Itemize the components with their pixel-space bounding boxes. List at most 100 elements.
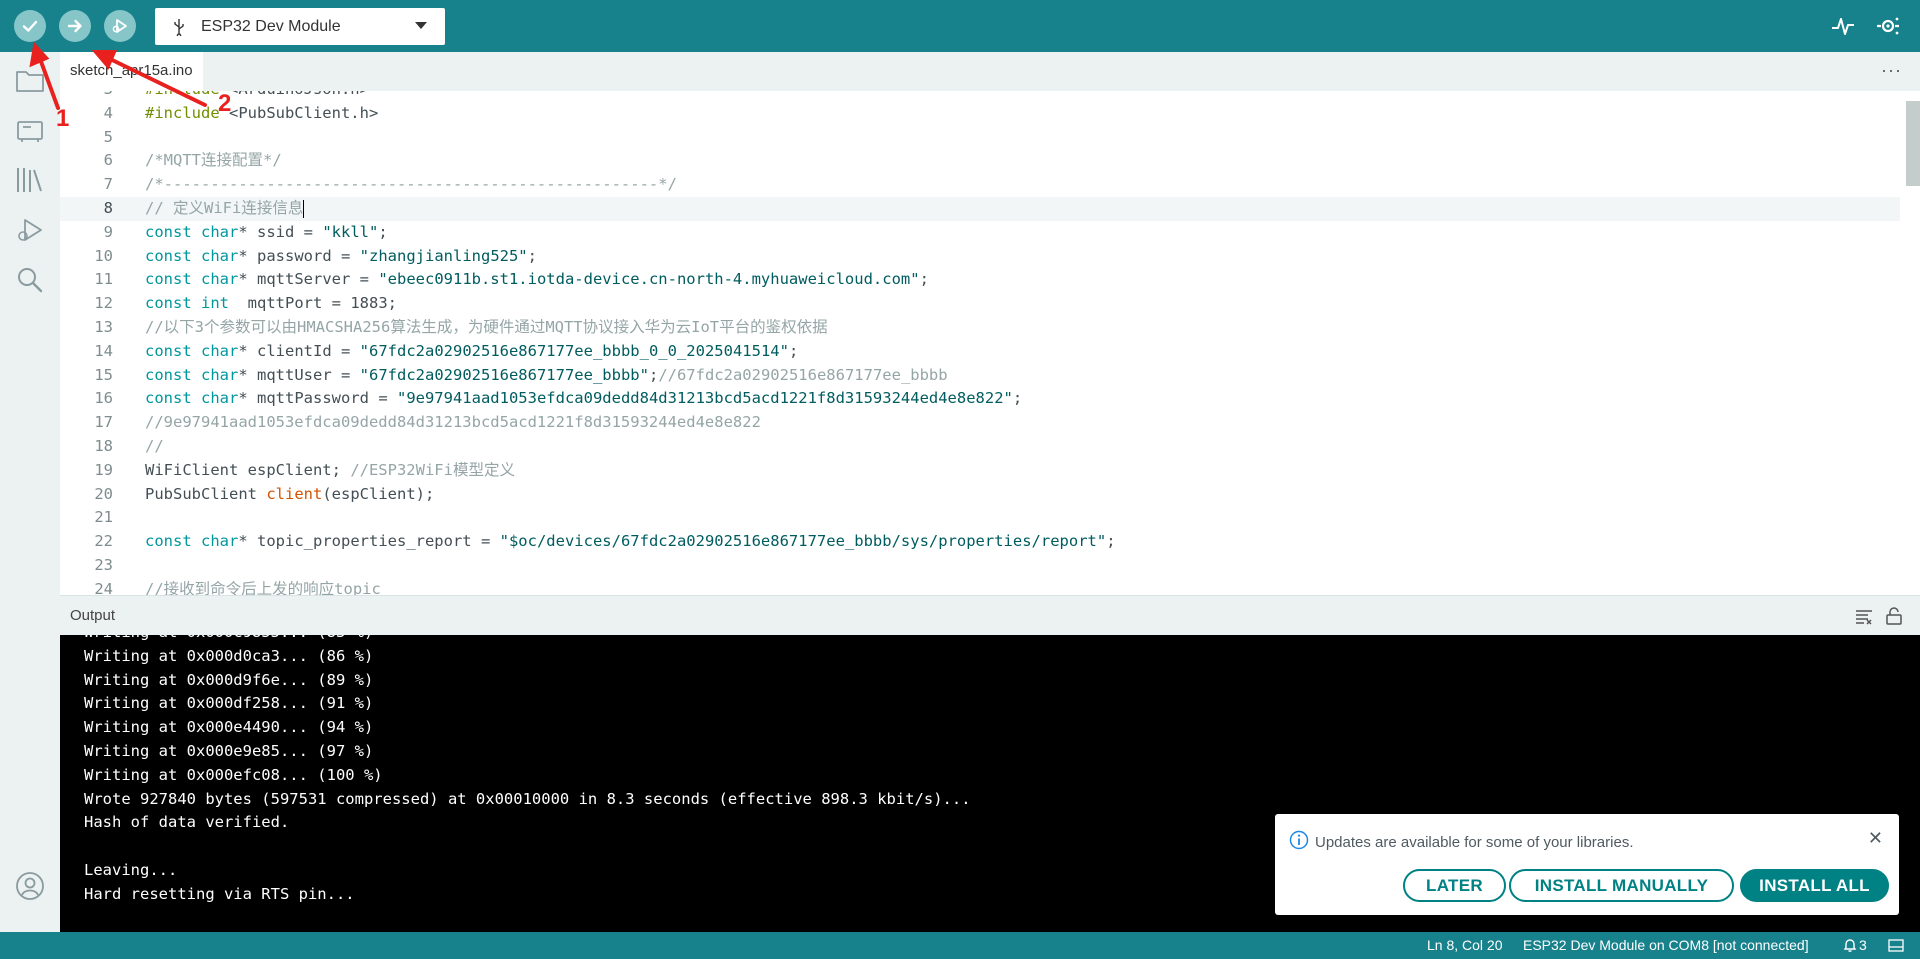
debug-button[interactable] [104,10,136,42]
code-line[interactable]: 22 const char* topic_properties_report = … [60,530,1900,554]
output-line: Writing at 0x000c9855... (83 %) [84,635,373,645]
account-icon [16,872,44,900]
arrow-right-icon [67,19,82,33]
serial-monitor-icon [1877,17,1899,35]
code-line[interactable]: 3 #include <ArduinoJson.h> [60,91,1900,102]
code-text: WiFiClient espClient; //ESP32WiFi模型定义 [145,460,515,479]
output-line: Wrote 927840 bytes (597531 compressed) a… [84,789,971,808]
later-button[interactable]: LATER [1403,869,1506,902]
code-line[interactable]: 14 const char* clientId = "67fdc2a0290251… [60,340,1900,364]
output-title: Output [70,607,116,624]
library-manager-button[interactable] [14,164,46,196]
code-text: #include <ArduinoJson.h> [145,91,369,102]
code-text: //以下3个参数可以由HMACSHA256算法生成，为硬件通过MQTT协议接入华… [145,318,828,336]
code-text: const char* mqttServer = "ebeec0911b.st1… [145,270,929,289]
clear-output-icon[interactable] [1854,606,1874,626]
line-number: 23 [94,556,113,574]
output-line: Hard resetting via RTS pin... [84,884,355,903]
code-line[interactable]: 5 [60,126,1900,150]
code-text: /*MQTT连接配置*/ [145,151,282,170]
code-text: //9e97941aad1053efdca09dedd84d31213bcd5a… [145,413,761,432]
panel-toggle-icon[interactable] [1888,939,1904,952]
code-line[interactable]: 17 //9e97941aad1053efdca09dedd84d31213bcd… [60,411,1900,435]
code-text: PubSubClient client(espClient); [145,484,435,503]
folder-icon [16,71,44,92]
code-line[interactable]: 24 //接收到命令后上发的响应topic [60,578,1900,595]
code-line[interactable]: 4 #include <PubSubClient.h> [60,102,1900,126]
line-number: 17 [94,413,113,432]
code-text: /*--------------------------------------… [145,175,677,194]
code-line[interactable]: 13 //以下3个参数可以由HMACSHA256算法生成，为硬件通过MQTT协议接… [60,316,1900,340]
more-options-button[interactable]: ··· [1881,60,1902,81]
annotation-label-1: 1 [56,105,70,132]
line-number: 20 [94,484,113,503]
code-line[interactable]: 16 const char* mqttPassword = "9e97941aad… [60,387,1900,411]
line-number: 15 [94,365,113,384]
serial-monitor-button[interactable] [1875,13,1901,39]
search-icon [18,268,43,293]
board-port-status[interactable]: ESP32 Dev Module on COM8 [not connected] [1523,937,1809,953]
tab-sketch[interactable]: sketch_apr15a.ino [60,52,203,91]
editor-scrollbar[interactable] [1906,101,1920,186]
output-line: Writing at 0x000e9e85... (97 %) [84,742,374,760]
bell-icon[interactable] [1843,938,1857,953]
output-line: Writing at 0x000d9f6e... (89 %) [84,670,374,689]
line-number: 24 [94,579,113,595]
code-line[interactable]: 18 // [60,435,1900,459]
verify-button[interactable] [14,10,46,42]
upload-button[interactable] [59,10,91,42]
debug-panel-button[interactable] [14,214,46,246]
output-header: Output [60,595,1920,635]
install-all-button[interactable]: INSTALL ALL [1740,869,1889,902]
unlock-icon[interactable] [1884,606,1904,626]
debug-icon [112,19,127,33]
boards-manager-button[interactable] [14,114,46,146]
line-number: 6 [103,151,113,170]
serial-plotter-button[interactable] [1830,13,1856,39]
search-button[interactable] [14,264,46,296]
tab-bar: sketch_apr15a.ino ··· [60,52,1920,91]
output-line: Hash of data verified. [84,813,290,832]
account-button[interactable] [14,870,46,902]
sketchbook-button[interactable] [14,64,46,96]
code-line[interactable]: 20 PubSubClient client(espClient); [60,483,1900,507]
line-number: 9 [103,222,113,241]
code-line[interactable]: 10 const char* password = "zhangjianling5… [60,245,1900,269]
code-text: // 定义WiFi连接信息 [145,199,305,218]
board-icon [17,121,43,142]
code-line[interactable]: 19 WiFiClient espClient; //ESP32WiFi模型定义 [60,459,1900,483]
close-icon[interactable]: ✕ [1868,828,1883,849]
install-manually-button[interactable]: INSTALL MANUALLY [1509,869,1734,902]
code-line[interactable]: 9 const char* ssid = "kkll"; [60,221,1900,245]
line-number: 21 [94,508,113,527]
pulse-icon [1832,18,1854,35]
status-bar: Ln 8, Col 20 ESP32 Dev Module on COM8 [n… [0,932,1920,959]
output-line: Leaving... [84,861,178,879]
usb-icon [174,18,184,36]
line-number: 14 [94,341,113,360]
code-editor[interactable]: 3 #include <ArduinoJson.h>4#include <PubS… [60,91,1920,595]
line-number: 12 [94,294,113,313]
cursor-position[interactable]: Ln 8, Col 20 [1427,937,1503,953]
code-line[interactable]: 6 /*MQTT连接配置*/ [60,149,1900,173]
board-selector[interactable]: ESP32 Dev Module [155,8,445,45]
code-text: const char* ssid = "kkll"; [145,222,388,241]
info-icon [1289,830,1309,850]
code-line[interactable]: 15 const char* mqttUser = "67fdc2a0290251… [60,364,1900,388]
line-number: 8 [103,199,113,217]
left-sidebar [0,52,60,932]
code-text: const char* mqttPassword = "9e97941aad10… [145,389,1023,408]
code-line[interactable]: 8 // 定义WiFi连接信息 [60,197,1900,221]
code-line[interactable]: 23 [60,554,1900,578]
chevron-down-icon [415,22,427,29]
output-line: Writing at 0x000efc08... (100 %) [84,765,383,784]
output-line: Writing at 0x000e4490... (94 %) [84,718,374,737]
annotation-label-2: 2 [218,90,232,117]
library-icon [17,168,42,192]
code-text: const char* topic_properties_report = "$… [145,532,1116,551]
code-line[interactable]: 7 /*-------------------------------------… [60,173,1900,197]
code-line[interactable]: 12 const int mqttPort = 1883; [60,292,1900,316]
code-line[interactable]: 21 [60,506,1900,530]
line-number: 10 [94,246,113,265]
code-line[interactable]: 11 const char* mqttServer = "ebeec0911b.s… [60,268,1900,292]
